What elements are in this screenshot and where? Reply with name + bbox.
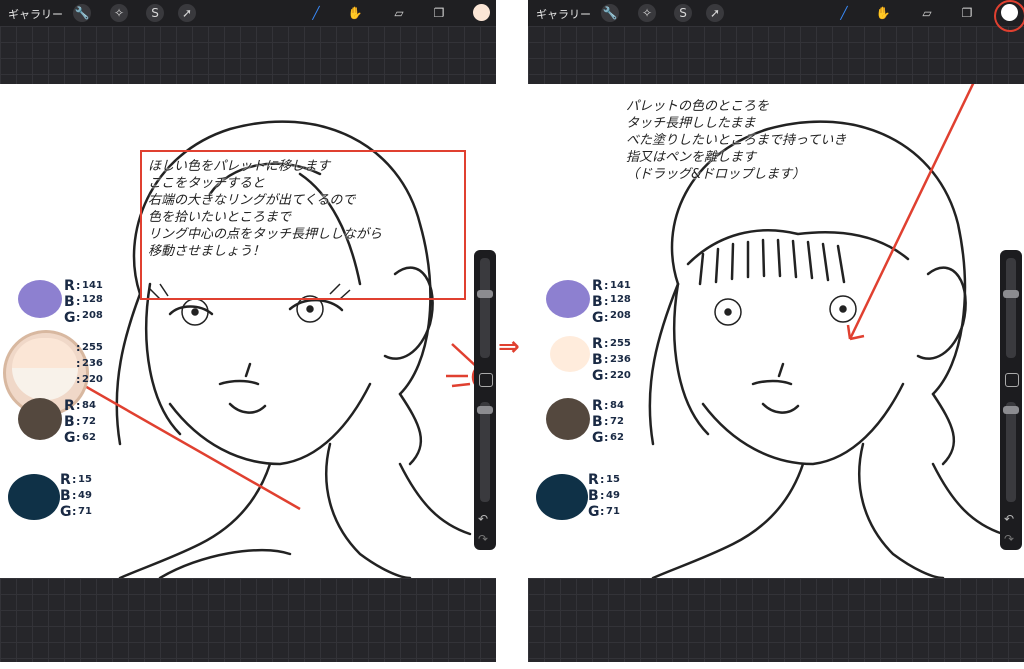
undo-icon[interactable]: ↶ (1004, 512, 1014, 526)
rgb-label-brown: R:84 B:72 G:62 (592, 398, 624, 446)
undo-icon[interactable]: ↶ (478, 512, 488, 526)
gallery-button[interactable]: ギャラリー (8, 6, 63, 22)
canvas-background-bottom (528, 578, 1024, 662)
smudge-icon[interactable]: ✋ (874, 4, 892, 22)
brush-size-thumb[interactable] (1003, 290, 1019, 298)
modifier-button[interactable] (479, 373, 493, 387)
transform-icon[interactable]: ➚ (706, 4, 724, 22)
modifier-button[interactable] (1005, 373, 1019, 387)
magic-wand-icon[interactable]: ✧ (110, 4, 128, 22)
palette-chip-navy[interactable] (536, 474, 588, 520)
selection-icon[interactable]: S (674, 4, 692, 22)
redo-icon[interactable]: ↷ (1004, 532, 1014, 546)
opacity-slider[interactable] (480, 402, 490, 502)
wrench-icon[interactable]: 🔧 (601, 4, 619, 22)
opacity-thumb[interactable] (477, 406, 493, 414)
palette-chip-brown[interactable] (546, 398, 590, 440)
opacity-slider[interactable] (1006, 402, 1016, 502)
canvas-background-bottom (0, 578, 496, 662)
right-screenshot: ギャラリー 🔧 ✧ S ➚ ╱ ✋ ▱ ❐ パレットの色のところを タッチ長押し… (528, 0, 1024, 662)
brush-size-slider[interactable] (1006, 258, 1016, 358)
brush-sidebar: ↶ ↷ (474, 250, 496, 550)
canvas-background (528, 26, 1024, 84)
highlight-ring (994, 0, 1024, 32)
opacity-thumb[interactable] (1003, 406, 1019, 414)
rgb-label-peach: R:255 B:236 G:220 (592, 336, 631, 384)
transform-icon[interactable]: ➚ (178, 4, 196, 22)
toolbar: ギャラリー 🔧 ✧ S ➚ ╱ ✋ ▱ ❐ (0, 0, 496, 26)
palette-chip-brown[interactable] (18, 398, 62, 440)
magic-wand-icon[interactable]: ✧ (638, 4, 656, 22)
brush-icon[interactable]: ╱ (307, 4, 325, 22)
rgb-label-navy: R:15 B:49 G:71 (588, 472, 620, 520)
canvas-background (0, 26, 496, 84)
layers-icon[interactable]: ❐ (430, 4, 448, 22)
selection-icon[interactable]: S (146, 4, 164, 22)
toolbar: ギャラリー 🔧 ✧ S ➚ ╱ ✋ ▱ ❐ (528, 0, 1024, 26)
transition-arrow: ⇒ (498, 332, 520, 362)
eraser-icon[interactable]: ▱ (390, 4, 408, 22)
rgb-label-brown: R:84 B:72 G:62 (64, 398, 96, 446)
current-color-swatch[interactable] (473, 4, 490, 21)
eraser-icon[interactable]: ▱ (918, 4, 936, 22)
left-instruction-text: ほしい色をパレットに移します ここをタッチすると 右端の大きなリングが出てくるの… (148, 159, 383, 259)
palette-chip-peach[interactable] (550, 336, 590, 372)
rgb-label-navy: R:15 B:49 G:71 (60, 472, 92, 520)
brush-size-slider[interactable] (480, 258, 490, 358)
rgb-label-purple: R:141 B:128 G:208 (592, 278, 631, 326)
palette-chip-purple[interactable] (18, 280, 62, 318)
brush-icon[interactable]: ╱ (835, 4, 853, 22)
palette-chip-navy[interactable] (8, 474, 60, 520)
brush-sidebar: ↶ ↷ (1000, 250, 1022, 550)
smudge-icon[interactable]: ✋ (346, 4, 364, 22)
rgb-label-peach: :255 :236 :220 (76, 341, 103, 386)
gallery-button[interactable]: ギャラリー (536, 6, 591, 22)
left-screenshot: ギャラリー 🔧 ✧ S ➚ ╱ ✋ ▱ ❐ ほしい色をパレットに移します ここを… (0, 0, 496, 662)
layers-icon[interactable]: ❐ (958, 4, 976, 22)
rgb-label-purple: R:141 B:128 G:208 (64, 278, 103, 326)
brush-size-thumb[interactable] (477, 290, 493, 298)
redo-icon[interactable]: ↷ (478, 532, 488, 546)
wrench-icon[interactable]: 🔧 (73, 4, 91, 22)
palette-chip-purple[interactable] (546, 280, 590, 318)
right-instruction-text: パレットの色のところを タッチ長押ししたまま べた塗りしたいところまで持っていき… (626, 99, 847, 182)
